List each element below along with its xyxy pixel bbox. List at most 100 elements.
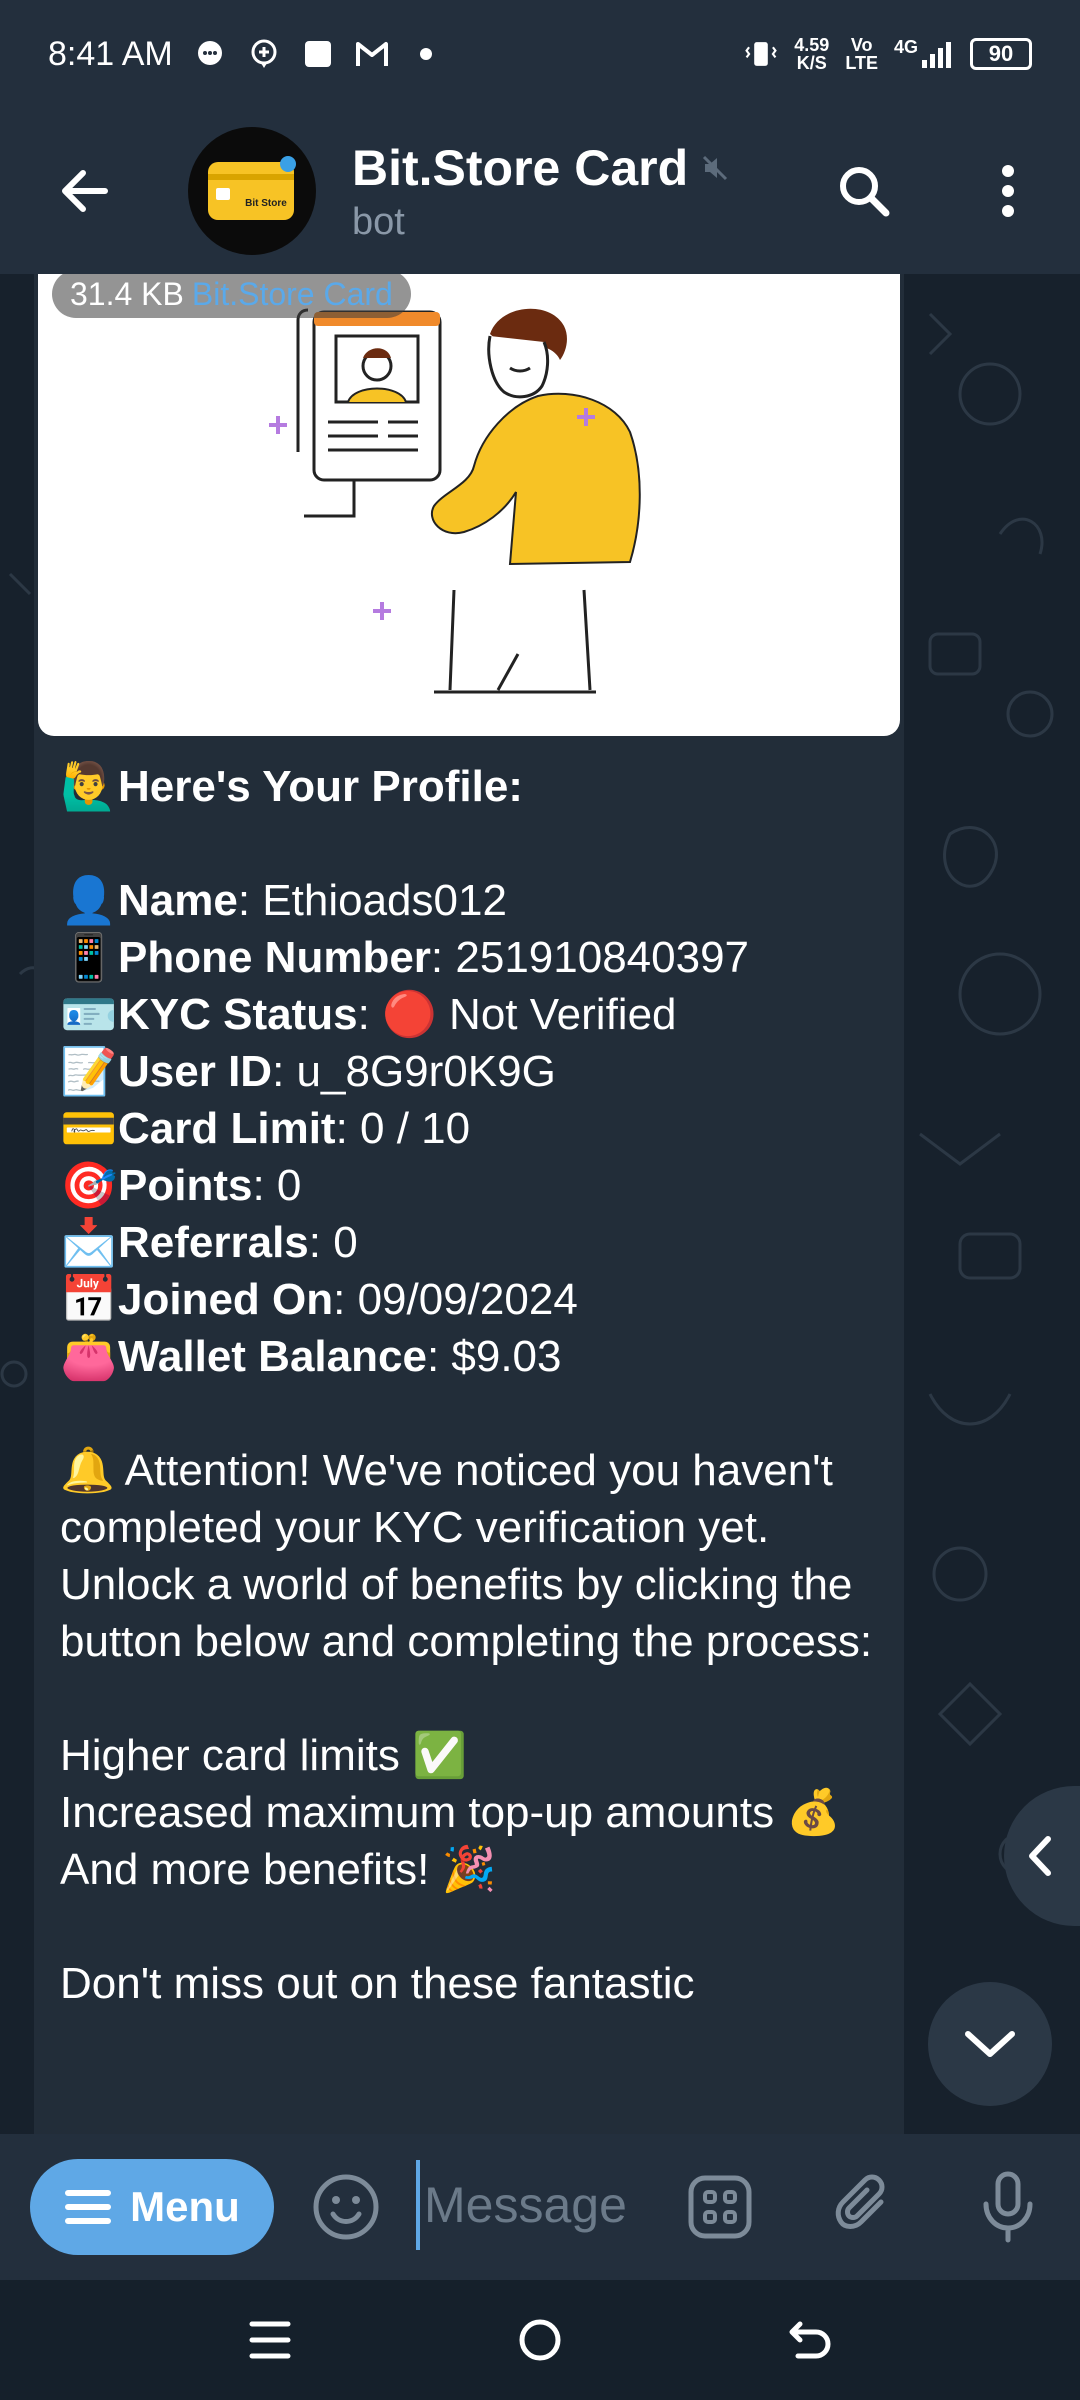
raising-hand-emoji: 🙋‍♂️ bbox=[60, 760, 118, 812]
profile-heading: Here's Your Profile: bbox=[118, 762, 523, 811]
field-value: : 0 / 10 bbox=[335, 1104, 471, 1153]
square-notification-icon bbox=[301, 37, 335, 71]
profile-field: 👛 Wallet Balance : $9.03 bbox=[60, 1328, 890, 1385]
bot-commands-button[interactable] bbox=[680, 2167, 760, 2247]
volte-bottom: LTE bbox=[845, 53, 878, 73]
field-label: Points bbox=[118, 1161, 253, 1210]
kyc-attention-text: 🔔 Attention! We've noticed you haven't c… bbox=[60, 1446, 873, 1666]
paperclip-icon bbox=[835, 2174, 885, 2229]
bot-avatar[interactable]: Bit Store bbox=[188, 127, 316, 255]
chat-header: Bit Store Bit.Store Card bot bbox=[0, 108, 1080, 274]
message-composer: Menu bbox=[0, 2134, 1080, 2280]
field-value: : 09/09/2024 bbox=[333, 1275, 578, 1324]
back-button[interactable] bbox=[40, 146, 130, 236]
phone-emoji: 📱 bbox=[60, 931, 118, 983]
field-label: Card Limit bbox=[118, 1104, 336, 1153]
add-notification-icon bbox=[247, 37, 281, 71]
profile-field: 🪪 KYC Status : 🔴 Not Verified bbox=[60, 986, 890, 1043]
message-bubble[interactable]: 31.4 KB Bit.Store Card 🙋‍♂️ Here's Your … bbox=[34, 274, 904, 2134]
attach-button[interactable] bbox=[824, 2167, 904, 2247]
chat-notification-icon bbox=[193, 37, 227, 71]
home-circle-icon bbox=[519, 2319, 561, 2361]
home-button[interactable] bbox=[500, 2300, 580, 2380]
field-value: : $9.03 bbox=[426, 1332, 562, 1381]
field-value: : 251910840397 bbox=[430, 933, 750, 982]
benefit-item: Increased maximum top-up amounts 💰 bbox=[60, 1788, 842, 1837]
bot-menu-button[interactable]: Menu bbox=[30, 2159, 274, 2255]
closing-text: Don't miss out on these fantastic bbox=[60, 1959, 695, 2008]
volte-indicator: Vo LTE bbox=[845, 36, 878, 72]
message-input[interactable] bbox=[416, 2160, 646, 2250]
profile-heading-line: 🙋‍♂️ Here's Your Profile: bbox=[60, 758, 890, 815]
purse-emoji: 👛 bbox=[60, 1330, 118, 1382]
network-type: 4G bbox=[893, 37, 918, 57]
menu-label: Menu bbox=[130, 2183, 240, 2230]
media-size: 31.4 KB bbox=[70, 275, 184, 312]
message-text: 🙋‍♂️ Here's Your Profile: 👤 Name : Ethio… bbox=[60, 758, 890, 2012]
voice-message-button[interactable] bbox=[968, 2167, 1048, 2247]
smiley-icon bbox=[313, 2174, 379, 2240]
scroll-to-bottom-button[interactable] bbox=[928, 1982, 1052, 2106]
network-speed: 4.59 K/S bbox=[794, 36, 829, 72]
chat-title-box[interactable]: Bit.Store Card bot bbox=[352, 139, 730, 244]
profile-illustration[interactable]: 31.4 KB Bit.Store Card bbox=[38, 274, 900, 736]
field-label: Name bbox=[118, 876, 238, 925]
field-label: Referrals bbox=[118, 1218, 309, 1267]
profile-field: 📱 Phone Number : 251910840397 bbox=[60, 929, 890, 986]
volte-top: Vo bbox=[850, 35, 873, 55]
calendar-emoji: 📅 bbox=[60, 1273, 118, 1325]
recents-button[interactable] bbox=[230, 2300, 310, 2380]
recents-icon bbox=[249, 2321, 291, 2359]
envelope-emoji: 📩 bbox=[60, 1216, 118, 1268]
profile-field: 👤 Name : Ethioads012 bbox=[60, 872, 890, 929]
field-value: : Ethioads012 bbox=[237, 876, 507, 925]
menu-icon bbox=[65, 2190, 112, 2224]
more-vertical-icon bbox=[1002, 165, 1014, 217]
signal-indicator: 4G bbox=[894, 38, 954, 70]
profile-field: 💳 Card Limit : 0 / 10 bbox=[60, 1100, 890, 1157]
status-bar: 8:41 AM 4.59 K/S Vo LTE 4G 90 bbox=[0, 0, 1080, 108]
media-caption-link[interactable]: Bit.Store Card bbox=[192, 276, 393, 313]
network-speed-value: 4.59 bbox=[794, 35, 830, 55]
dot-notification-icon bbox=[409, 37, 443, 71]
vibrate-icon bbox=[744, 37, 778, 71]
muted-icon bbox=[703, 155, 728, 180]
field-label: KYC Status bbox=[118, 990, 358, 1039]
more-options-button[interactable] bbox=[968, 151, 1048, 231]
target-emoji: 🎯 bbox=[60, 1159, 118, 1211]
microphone-icon bbox=[983, 2171, 1033, 2243]
back-arrow-icon bbox=[62, 170, 108, 212]
battery-indicator: 90 bbox=[970, 38, 1032, 70]
avatar-logo-text: Bit Store bbox=[245, 198, 287, 209]
card-logo-icon: Bit Store bbox=[208, 156, 296, 220]
credit-card-emoji: 💳 bbox=[60, 1102, 118, 1154]
network-speed-unit: K/S bbox=[796, 53, 827, 73]
memo-emoji: 📝 bbox=[60, 1045, 118, 1097]
search-icon bbox=[840, 167, 890, 217]
field-value: : 0 bbox=[252, 1161, 302, 1210]
profile-field: 📅 Joined On : 09/09/2024 bbox=[60, 1271, 890, 1328]
chat-area[interactable]: 31.4 KB Bit.Store Card 🙋‍♂️ Here's Your … bbox=[0, 274, 1080, 2134]
chevron-left-icon bbox=[1029, 1836, 1051, 1876]
system-navigation-bar bbox=[0, 2280, 1080, 2400]
field-label: Wallet Balance bbox=[118, 1332, 427, 1381]
field-value: : u_8G9r0K9G bbox=[272, 1047, 556, 1096]
search-button[interactable] bbox=[824, 151, 904, 231]
back-nav-button[interactable] bbox=[770, 2300, 850, 2380]
chevron-down-icon bbox=[965, 2031, 1015, 2057]
gmail-icon bbox=[355, 37, 389, 71]
signal-bars-icon bbox=[922, 42, 951, 68]
profile-card-illustration bbox=[269, 308, 641, 694]
chat-title: Bit.Store Card bbox=[352, 139, 689, 196]
benefit-item: Higher card limits ✅ bbox=[60, 1731, 467, 1780]
media-size-chip[interactable]: 31.4 KB Bit.Store Card bbox=[52, 274, 411, 318]
emoji-button[interactable] bbox=[306, 2167, 386, 2247]
status-time: 8:41 AM bbox=[48, 34, 173, 73]
field-label: Phone Number bbox=[118, 933, 431, 982]
person-emoji: 👤 bbox=[60, 874, 118, 926]
profile-field: 📩 Referrals : 0 bbox=[60, 1214, 890, 1271]
field-value: : 0 bbox=[308, 1218, 358, 1267]
field-value: : 🔴 Not Verified bbox=[357, 990, 677, 1039]
grid-commands-icon bbox=[688, 2175, 752, 2239]
benefit-item: And more benefits! 🎉 bbox=[60, 1845, 497, 1894]
